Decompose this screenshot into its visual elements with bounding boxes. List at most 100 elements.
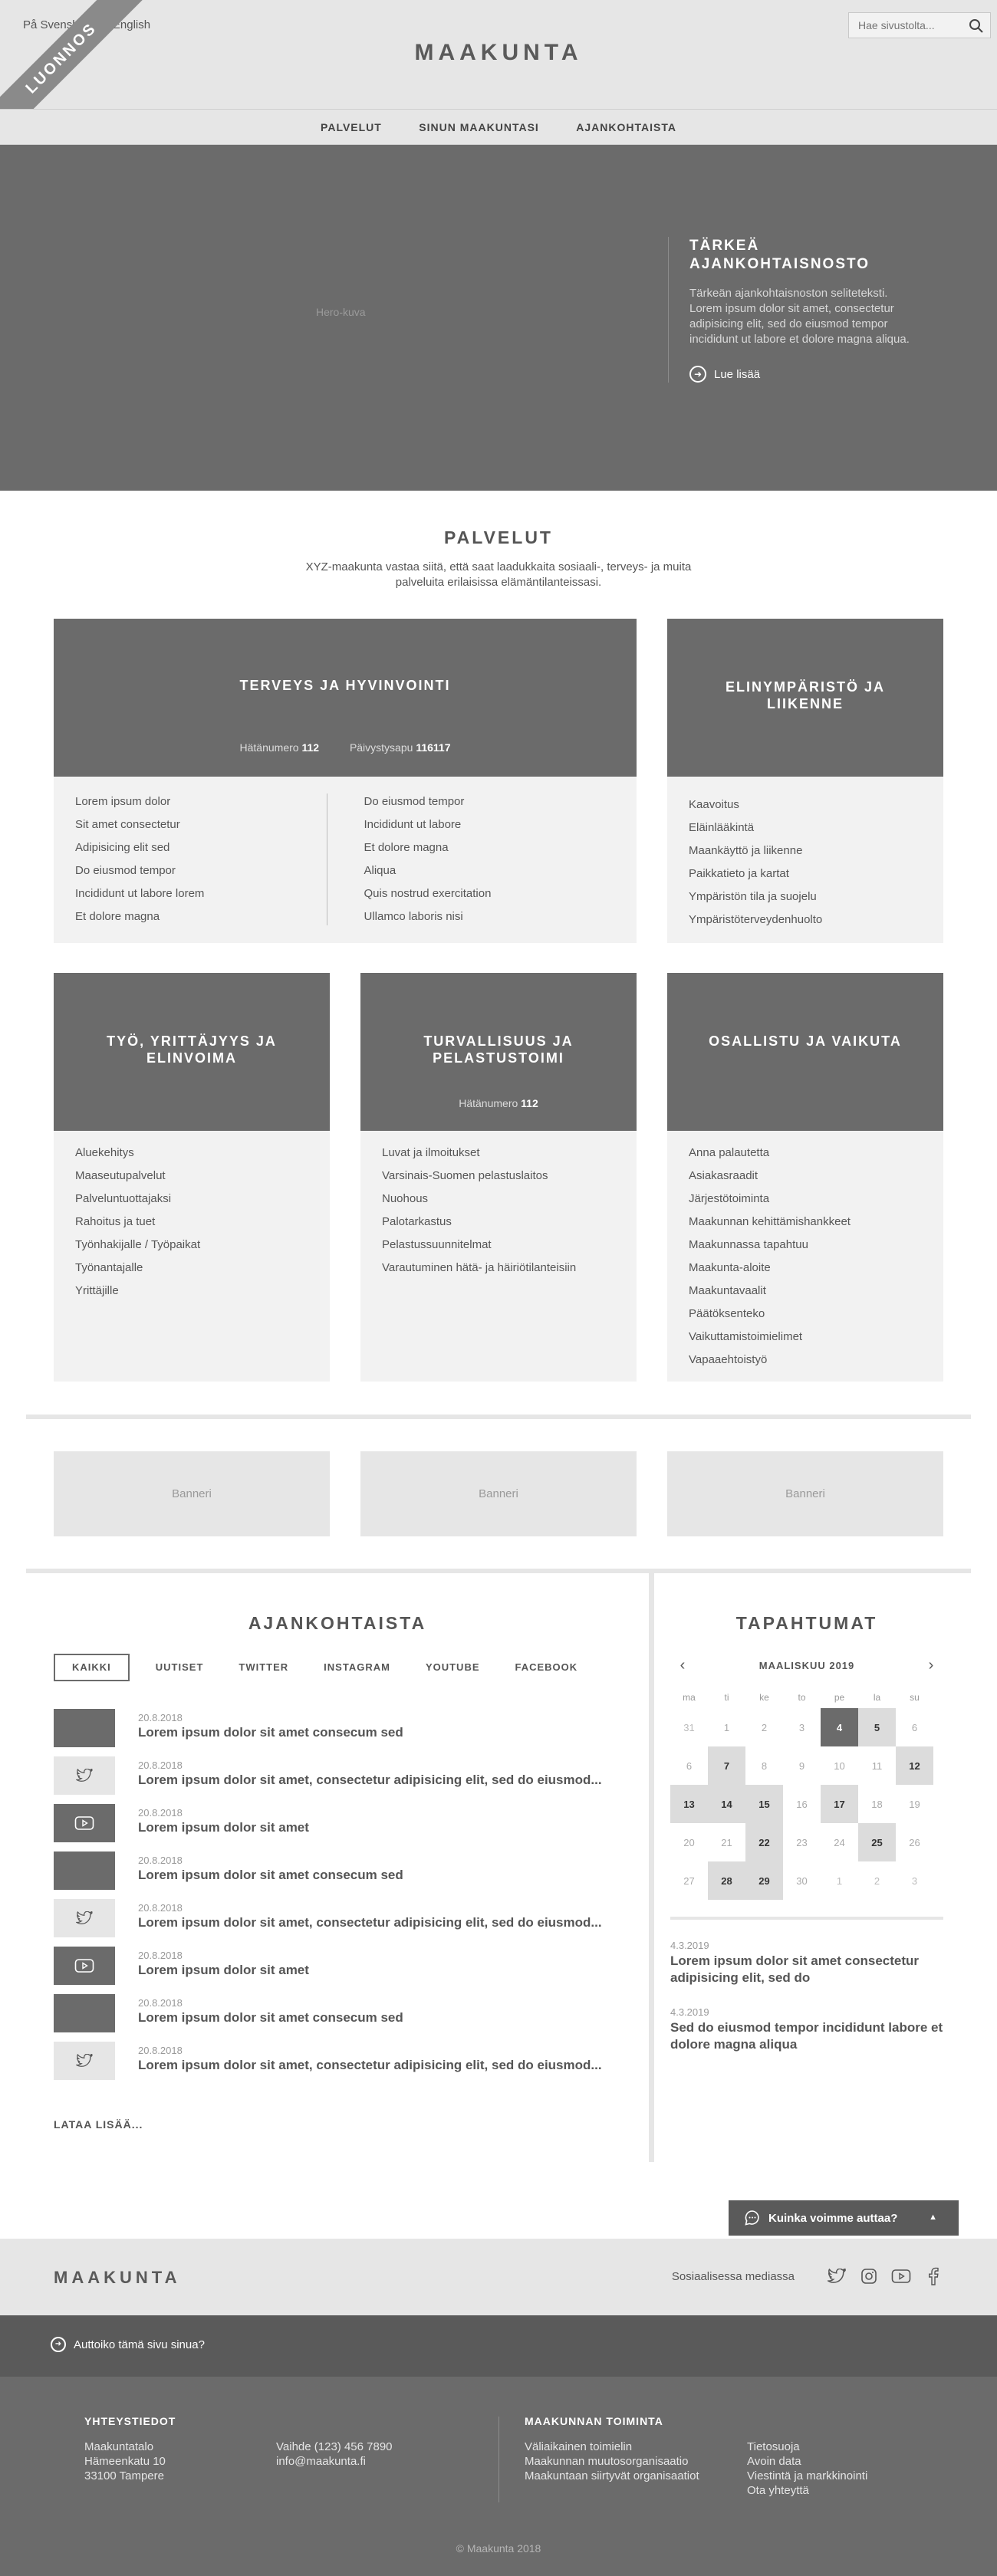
news-item[interactable]: 20.8.2018 Lorem ipsum dolor sit amet, co… bbox=[54, 1756, 621, 1804]
service-link[interactable]: Lorem ipsum dolor bbox=[75, 790, 327, 813]
chevron-right-icon[interactable]: › bbox=[923, 1657, 939, 1674]
filter-youtube[interactable]: YOUTUBE bbox=[410, 1654, 495, 1681]
calendar-day[interactable]: 3 bbox=[896, 1861, 933, 1900]
service-link[interactable]: Paikkatieto ja kartat bbox=[689, 863, 922, 886]
instagram-icon[interactable] bbox=[859, 2266, 879, 2286]
search-input[interactable] bbox=[849, 13, 964, 38]
banner-2[interactable]: Banneri bbox=[360, 1451, 637, 1536]
calendar-day[interactable]: 18 bbox=[858, 1785, 896, 1823]
service-link[interactable]: Päätöksenteko bbox=[689, 1303, 922, 1326]
calendar-day[interactable]: 17 bbox=[821, 1785, 858, 1823]
banner-3[interactable]: Banneri bbox=[667, 1451, 943, 1536]
phone-link[interactable]: Vaihde (123) 456 7890 bbox=[276, 2440, 393, 2454]
read-more-link[interactable]: ➜ Lue lisää bbox=[689, 366, 913, 383]
event-item[interactable]: 4.3.2019 Sed do eiusmod tempor incididun… bbox=[670, 2006, 943, 2053]
footer-link[interactable]: Maakuntaan siirtyvät organisaatiot bbox=[525, 2469, 724, 2483]
service-link[interactable]: Palotarkastus bbox=[382, 1211, 615, 1234]
service-card-header[interactable]: TERVEYS JA HYVINVOINTI Hätänumero 112 Pä… bbox=[54, 619, 637, 777]
calendar-day[interactable]: 11 bbox=[858, 1746, 896, 1785]
calendar-day[interactable]: 24 bbox=[821, 1823, 858, 1861]
event-item[interactable]: 4.3.2019 Lorem ipsum dolor sit amet cons… bbox=[670, 1940, 943, 1986]
service-link[interactable]: Incididunt ut labore lorem bbox=[75, 882, 327, 905]
service-link[interactable]: Työnantajalle bbox=[75, 1257, 308, 1280]
calendar-day[interactable]: 4 bbox=[821, 1708, 858, 1746]
service-card-header[interactable]: TURVALLISUUS JA PELASTUSTOIMI Hätänumero… bbox=[360, 973, 637, 1131]
calendar-day[interactable]: 13 bbox=[670, 1785, 708, 1823]
service-card-header[interactable]: TYÖ, YRITTÄJYYS JA ELINVOIMA bbox=[54, 973, 330, 1131]
news-item[interactable]: 20.8.2018 Lorem ipsum dolor sit amet, co… bbox=[54, 2042, 621, 2089]
service-link[interactable]: Et dolore magna bbox=[75, 905, 327, 928]
calendar-day[interactable]: 2 bbox=[858, 1861, 896, 1900]
calendar-day[interactable]: 9 bbox=[783, 1746, 821, 1785]
calendar-day[interactable]: 28 bbox=[708, 1861, 745, 1900]
calendar-day[interactable]: 8 bbox=[745, 1746, 783, 1785]
calendar-day[interactable]: 22 bbox=[745, 1823, 783, 1861]
calendar-day[interactable]: 6 bbox=[670, 1746, 708, 1785]
calendar-day[interactable]: 23 bbox=[783, 1823, 821, 1861]
news-item[interactable]: 20.8.2018 Lorem ipsum dolor sit amet bbox=[54, 1804, 621, 1852]
nav-item-services[interactable]: PALVELUT bbox=[321, 110, 382, 145]
service-link[interactable]: Maakuntavaalit bbox=[689, 1280, 922, 1303]
footer-link[interactable]: Avoin data bbox=[747, 2454, 867, 2469]
calendar-day[interactable]: 2 bbox=[745, 1708, 783, 1746]
help-chat-button[interactable]: Kuinka voimme auttaa? ▲ bbox=[729, 2200, 959, 2236]
service-link[interactable]: Yrittäjille bbox=[75, 1280, 308, 1303]
service-link[interactable]: Adipisicing elit sed bbox=[75, 836, 327, 859]
footer-link[interactable]: Viestintä ja markkinointi bbox=[747, 2469, 867, 2483]
news-item[interactable]: 20.8.2018 Lorem ipsum dolor sit amet con… bbox=[54, 1994, 621, 2042]
service-card-header[interactable]: ELINYMPÄRISTÖ JA LIIKENNE bbox=[667, 619, 943, 777]
service-link[interactable]: Maakunnan kehittämishankkeet bbox=[689, 1211, 922, 1234]
calendar-day[interactable]: 29 bbox=[745, 1861, 783, 1900]
news-item[interactable]: 20.8.2018 Lorem ipsum dolor sit amet bbox=[54, 1947, 621, 1994]
chevron-left-icon[interactable]: ‹ bbox=[675, 1657, 690, 1674]
service-link[interactable]: Maakunnassa tapahtuu bbox=[689, 1234, 922, 1257]
service-link[interactable]: Maaseutupalvelut bbox=[75, 1165, 308, 1188]
news-item[interactable]: 20.8.2018 Lorem ipsum dolor sit amet con… bbox=[54, 1852, 621, 1899]
calendar-day[interactable]: 21 bbox=[708, 1823, 745, 1861]
calendar-day[interactable]: 6 bbox=[896, 1708, 933, 1746]
calendar-day[interactable]: 5 bbox=[858, 1708, 896, 1746]
facebook-icon[interactable] bbox=[923, 2266, 943, 2286]
footer-link[interactable]: Maakunnan muutosorganisaatio bbox=[525, 2454, 724, 2469]
calendar-day[interactable]: 26 bbox=[896, 1823, 933, 1861]
calendar-day[interactable]: 1 bbox=[821, 1861, 858, 1900]
service-link[interactable]: Työnhakijalle / Työpaikat bbox=[75, 1234, 308, 1257]
filter-facebook[interactable]: FACEBOOK bbox=[500, 1654, 594, 1681]
service-link[interactable]: Kaavoitus bbox=[689, 794, 922, 816]
service-link[interactable]: Do eiusmod tempor bbox=[364, 790, 616, 813]
nav-item-current[interactable]: AJANKOHTAISTA bbox=[576, 110, 676, 145]
footer-link[interactable]: Tietosuoja bbox=[747, 2440, 867, 2454]
service-link[interactable]: Ympäristön tila ja suojelu bbox=[689, 886, 922, 909]
service-link[interactable]: Vaikuttamistoimielimet bbox=[689, 1326, 922, 1349]
service-link[interactable]: Do eiusmod tempor bbox=[75, 859, 327, 882]
footer-link[interactable]: Väliaikainen toimielin bbox=[525, 2440, 724, 2454]
filter-instagram[interactable]: INSTAGRAM bbox=[308, 1654, 406, 1681]
calendar-day[interactable]: 31 bbox=[670, 1708, 708, 1746]
twitter-icon[interactable] bbox=[827, 2266, 847, 2286]
calendar-day[interactable]: 30 bbox=[783, 1861, 821, 1900]
service-link[interactable]: Palveluntuottajaksi bbox=[75, 1188, 308, 1211]
service-link[interactable]: Sit amet consectetur bbox=[75, 813, 327, 836]
footer-logo[interactable]: MAAKUNTA bbox=[54, 2268, 180, 2288]
calendar-day[interactable]: 1 bbox=[708, 1708, 745, 1746]
service-link[interactable]: Et dolore magna bbox=[364, 836, 616, 859]
service-link[interactable]: Ympäristöterveydenhuolto bbox=[689, 909, 922, 932]
youtube-icon[interactable] bbox=[891, 2266, 911, 2286]
site-logo[interactable]: MAAKUNTA bbox=[0, 40, 997, 66]
calendar-day[interactable]: 15 bbox=[745, 1785, 783, 1823]
service-link[interactable]: Aluekehitys bbox=[75, 1142, 308, 1165]
service-link[interactable]: Vapaaehtoistyö bbox=[689, 1349, 922, 1372]
calendar-day[interactable]: 19 bbox=[896, 1785, 933, 1823]
service-link[interactable]: Pelastussuunnitelmat bbox=[382, 1234, 615, 1257]
service-link[interactable]: Nuohous bbox=[382, 1188, 615, 1211]
calendar-day[interactable]: 7 bbox=[708, 1746, 745, 1785]
banner-1[interactable]: Banneri bbox=[54, 1451, 330, 1536]
nav-item-your-region[interactable]: SINUN MAAKUNTASI bbox=[419, 110, 539, 145]
email-link[interactable]: info@maakunta.fi bbox=[276, 2454, 393, 2469]
service-link[interactable]: Varautuminen hätä- ja häiriötilanteisiin bbox=[382, 1257, 615, 1280]
calendar-day[interactable]: 12 bbox=[896, 1746, 933, 1785]
load-more-link[interactable]: LATAA LISÄÄ... bbox=[54, 2118, 621, 2131]
service-link[interactable]: Maankäyttö ja liikenne bbox=[689, 840, 922, 863]
calendar-day[interactable]: 10 bbox=[821, 1746, 858, 1785]
search-icon[interactable] bbox=[969, 18, 984, 34]
